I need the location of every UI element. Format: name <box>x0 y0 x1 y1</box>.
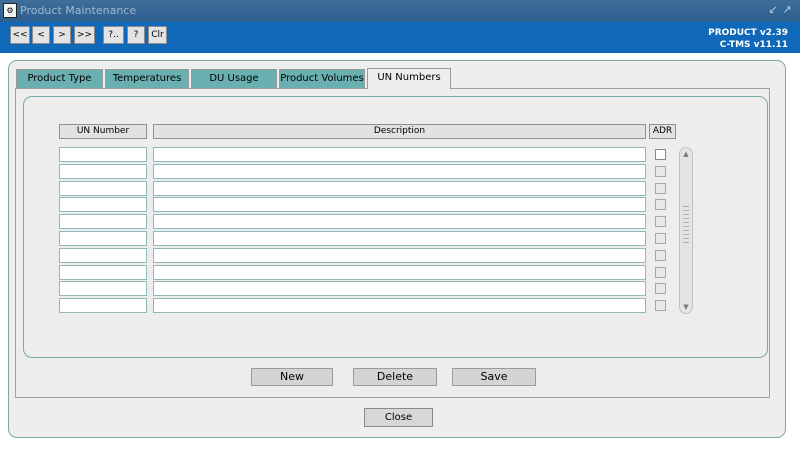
scroll-up-icon[interactable]: ▲ <box>681 149 691 159</box>
grid-scrollbar[interactable]: ▲ ▼ <box>679 147 693 314</box>
adr-checkbox[interactable] <box>655 183 666 194</box>
un-number-field[interactable] <box>59 181 147 196</box>
description-field[interactable] <box>153 265 646 280</box>
product-version: PRODUCT v2.39 <box>708 28 788 38</box>
delete-button[interactable]: Delete <box>353 368 437 386</box>
column-header-description: Description <box>153 124 646 139</box>
adr-checkbox[interactable] <box>655 199 666 210</box>
un-number-field[interactable] <box>59 281 147 296</box>
tab-temperatures[interactable]: Temperatures <box>105 69 189 88</box>
scroll-grip-icon[interactable] <box>683 206 689 246</box>
description-field[interactable] <box>153 147 646 162</box>
adr-checkbox[interactable] <box>655 300 666 311</box>
adr-checkbox[interactable] <box>655 283 666 294</box>
tab-un-numbers[interactable]: UN Numbers <box>367 68 451 89</box>
last-record-button[interactable]: >> <box>74 26 95 44</box>
un-number-field[interactable] <box>59 164 147 179</box>
description-field[interactable] <box>153 248 646 263</box>
previous-record-button[interactable]: < <box>32 26 50 44</box>
description-field[interactable] <box>153 214 646 229</box>
description-field[interactable] <box>153 197 646 212</box>
column-header-un-number: UN Number <box>59 124 147 139</box>
description-field[interactable] <box>153 181 646 196</box>
adr-checkbox[interactable] <box>655 233 666 244</box>
tab-product-volumes[interactable]: Product Volumes <box>279 69 365 88</box>
tab-product-type[interactable]: Product Type <box>16 69 103 88</box>
description-field[interactable] <box>153 298 646 313</box>
adr-checkbox[interactable] <box>655 149 666 160</box>
adr-checkbox[interactable] <box>655 166 666 177</box>
version-info: PRODUCT v2.39 C-TMS v11.11 <box>708 27 788 51</box>
un-number-field[interactable] <box>59 231 147 246</box>
window-title: Product Maintenance <box>20 4 137 17</box>
description-field[interactable] <box>153 231 646 246</box>
adr-checkbox[interactable] <box>655 216 666 227</box>
close-button[interactable]: Close <box>364 408 433 427</box>
save-button[interactable]: Save <box>452 368 536 386</box>
list-values-button[interactable]: ?.. <box>103 26 124 44</box>
description-field[interactable] <box>153 164 646 179</box>
maximize-icon[interactable]: ↗ <box>781 3 793 17</box>
column-header-adr: ADR <box>649 124 676 139</box>
adr-checkbox[interactable] <box>655 267 666 278</box>
new-button[interactable]: New <box>251 368 333 386</box>
un-number-field[interactable] <box>59 147 147 162</box>
un-number-field[interactable] <box>59 197 147 212</box>
adr-checkbox[interactable] <box>655 250 666 261</box>
oracle-forms-icon: ⚙ <box>3 3 17 18</box>
tab-du-usage[interactable]: DU Usage <box>191 69 277 88</box>
window-titlebar: ⚙ Product Maintenance ↙ ↗ <box>0 0 800 22</box>
description-field[interactable] <box>153 281 646 296</box>
toolbar: << < > >> ?.. ? Clr PRODUCT v2.39 C-TMS … <box>0 22 800 53</box>
un-number-field[interactable] <box>59 248 147 263</box>
un-number-field[interactable] <box>59 265 147 280</box>
un-number-field[interactable] <box>59 298 147 313</box>
scroll-down-icon[interactable]: ▼ <box>681 302 691 312</box>
restore-icon[interactable]: ↙ <box>767 3 779 17</box>
ctms-version: C-TMS v11.11 <box>719 40 788 50</box>
help-button[interactable]: ? <box>127 26 145 44</box>
next-record-button[interactable]: > <box>53 26 71 44</box>
clear-button[interactable]: Clr <box>148 26 167 44</box>
un-number-field[interactable] <box>59 214 147 229</box>
first-record-button[interactable]: << <box>10 26 30 44</box>
